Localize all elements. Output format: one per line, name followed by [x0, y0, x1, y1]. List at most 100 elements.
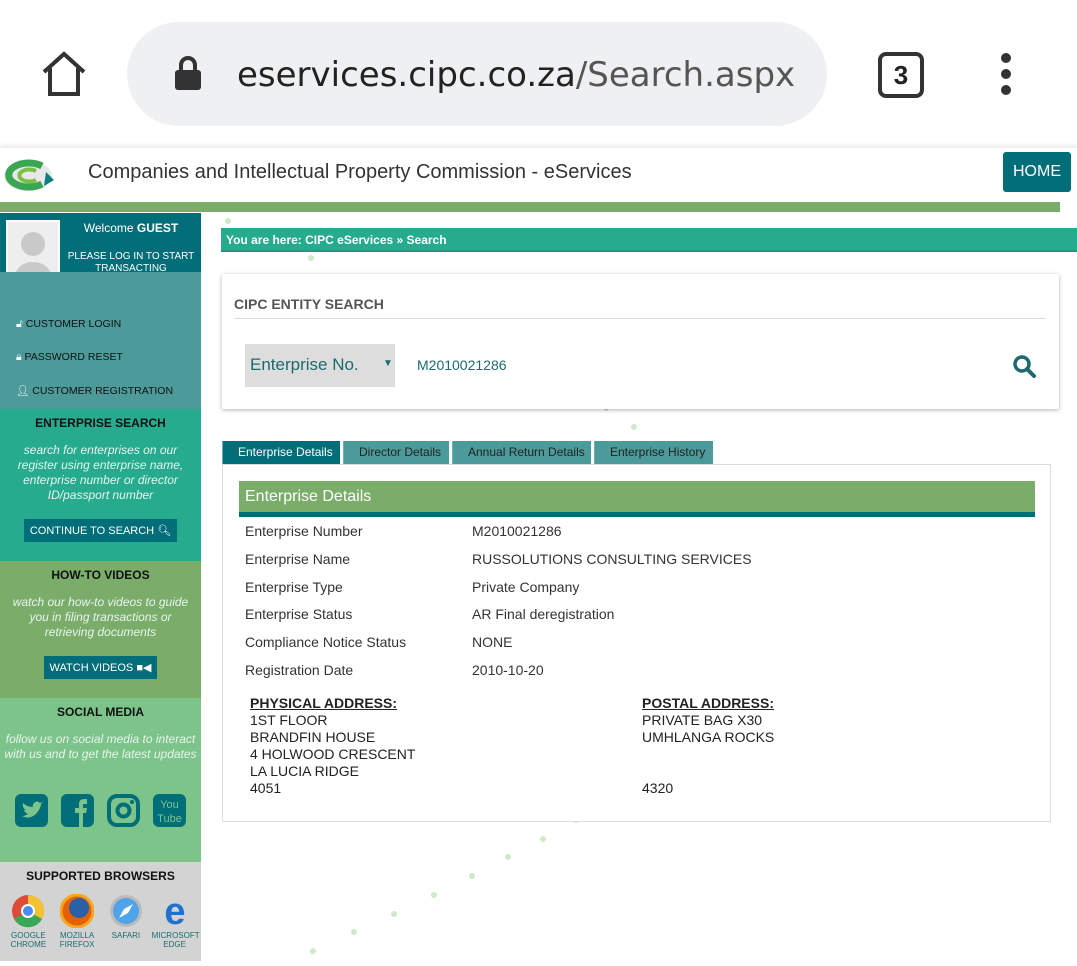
- decorative-dot: [631, 424, 637, 430]
- address-line: BRANDFIN HOUSE: [250, 729, 415, 746]
- user-icon: 👤︎: [16, 385, 29, 397]
- chrome-icon: [11, 894, 45, 928]
- browser-toolbar: eservices.cipc.co.za/Search.aspx 3: [0, 0, 1077, 148]
- address-title: POSTAL ADDRESS:: [642, 695, 774, 711]
- detail-value: RUSSOLUTIONS CONSULTING SERVICES: [472, 551, 752, 567]
- tab-switcher-button[interactable]: 3: [878, 52, 924, 98]
- guest-label: GUEST: [137, 221, 178, 235]
- address-title: PHYSICAL ADDRESS:: [250, 695, 397, 711]
- search-type-value: Enterprise No.: [250, 355, 359, 374]
- url-domain: eservices.cipc.co.za: [237, 55, 576, 95]
- home-icon[interactable]: [40, 50, 88, 98]
- site-title: Companies and Intellectual Property Comm…: [88, 161, 632, 184]
- svg-text:e: e: [164, 894, 185, 928]
- search-input[interactable]: M2010021286: [417, 357, 507, 373]
- firefox-icon: [60, 894, 94, 928]
- detail-label: Compliance Notice Status: [245, 634, 406, 650]
- instagram-icon[interactable]: [107, 794, 140, 827]
- tab-annual-return-details[interactable]: Annual Return Details: [452, 441, 591, 464]
- tab-director-details[interactable]: Director Details: [343, 441, 449, 464]
- detail-value: AR Final deregistration: [472, 606, 614, 622]
- supported-browsers-section: SUPPORTED BROWSERS GOOGLE CHROME MOZILLA…: [0, 862, 201, 961]
- browser-label: MICROSOFT EDGE: [152, 931, 198, 949]
- divider: [234, 318, 1046, 319]
- more-menu-icon[interactable]: [996, 52, 1016, 98]
- address-line: UMHLANGA ROCKS: [642, 729, 774, 746]
- video-camera-icon: ■◀: [136, 662, 151, 674]
- button-label: WATCH VIDEOS: [50, 662, 134, 674]
- search-type-select[interactable]: Enterprise No.▼: [245, 344, 395, 387]
- address-line: 4051: [250, 780, 415, 797]
- detail-label: Enterprise Status: [245, 606, 352, 622]
- twitter-icon[interactable]: [15, 794, 48, 827]
- decorative-dot: [310, 948, 316, 954]
- link-label: CUSTOMER LOGIN: [26, 318, 121, 330]
- home-button[interactable]: HOME: [1003, 152, 1071, 192]
- section-text: watch our how-to videos to guide you in …: [4, 595, 197, 640]
- sidebar: Welcome GUEST PLEASE LOG IN TO START TRA…: [0, 213, 201, 961]
- detail-label: Registration Date: [245, 662, 353, 678]
- lock-icon: [173, 56, 203, 92]
- decorative-dot: [391, 911, 397, 917]
- button-label: CONTINUE TO SEARCH: [30, 525, 154, 537]
- link-label: PASSWORD RESET: [25, 351, 123, 363]
- safari-icon: [109, 894, 143, 928]
- tab-enterprise-details[interactable]: Enterprise Details: [222, 441, 340, 464]
- detail-label: Enterprise Name: [245, 551, 350, 567]
- browser-edge: e MICROSOFT EDGE: [152, 894, 198, 949]
- physical-address: PHYSICAL ADDRESS: 1ST FLOOR BRANDFIN HOU…: [250, 695, 415, 797]
- enterprise-search-section: ENTERPRISE SEARCH search for enterprises…: [0, 409, 201, 561]
- continue-to-search-button[interactable]: CONTINUE TO SEARCH 🔍︎: [24, 519, 177, 542]
- section-text: follow us on social media to interact wi…: [4, 732, 197, 762]
- link-label: CUSTOMER REGISTRATION: [32, 385, 173, 397]
- search-icon[interactable]: [1012, 354, 1036, 378]
- address-line: 4320: [642, 780, 774, 797]
- browser-label: SAFARI: [103, 931, 149, 940]
- social-media-section: SOCIAL MEDIA follow us on social media t…: [0, 698, 201, 862]
- edge-icon: e: [158, 894, 192, 928]
- howto-videos-section: HOW-TO VIDEOS watch our how-to videos to…: [0, 561, 201, 698]
- detail-label: Enterprise Number: [245, 523, 363, 539]
- browser-chrome: GOOGLE CHROME: [5, 894, 51, 949]
- detail-value: Private Company: [472, 579, 579, 595]
- lock-icon: 🔒︎: [16, 351, 22, 363]
- unlock-icon: 🔓︎: [16, 318, 23, 330]
- address-line: 4 HOLWOOD CRESCENT: [250, 746, 415, 763]
- welcome-section: Welcome GUEST PLEASE LOG IN TO START TRA…: [0, 213, 201, 272]
- url-text: eservices.cipc.co.za/Search.aspx: [237, 55, 795, 95]
- browser-firefox: MOZILLA FIREFOX: [54, 894, 100, 949]
- search-title: CIPC ENTITY SEARCH: [234, 296, 384, 312]
- decorative-dot: [225, 218, 231, 224]
- decorative-dot: [505, 854, 511, 860]
- browser-label: GOOGLE CHROME: [5, 931, 51, 949]
- watch-videos-button[interactable]: WATCH VIDEOS ■◀: [44, 656, 158, 679]
- postal-address: POSTAL ADDRESS: PRIVATE BAG X30 UMHLANGA…: [642, 695, 774, 797]
- svg-text:Tube: Tube: [157, 813, 182, 825]
- section-title: ENTERPRISE SEARCH: [0, 416, 201, 430]
- welcome-label: Welcome: [84, 221, 134, 235]
- section-text: search for enterprises on our register u…: [4, 443, 197, 503]
- account-links: 🔓︎ CUSTOMER LOGIN 🔒︎ PASSWORD RESET 👤︎ C…: [0, 272, 201, 409]
- header-divider: [0, 202, 1060, 212]
- url-path: /Search.aspx: [576, 55, 795, 95]
- detail-value: M2010021286: [472, 523, 562, 539]
- decorative-dot: [431, 892, 437, 898]
- cipc-logo: [2, 154, 58, 194]
- decorative-dot: [540, 836, 546, 842]
- customer-login-link[interactable]: 🔓︎ CUSTOMER LOGIN: [16, 318, 121, 331]
- youtube-icon[interactable]: You Tube: [153, 794, 186, 827]
- password-reset-link[interactable]: 🔒︎ PASSWORD RESET: [16, 351, 123, 364]
- section-title: SUPPORTED BROWSERS: [0, 869, 201, 883]
- enterprise-details-panel: Enterprise Details Enterprise NumberM201…: [222, 464, 1051, 822]
- breadcrumb: You are here: CIPC eServices » Search: [221, 228, 1077, 252]
- section-title: SOCIAL MEDIA: [0, 705, 201, 719]
- customer-registration-link[interactable]: 👤︎ CUSTOMER REGISTRATION: [16, 384, 173, 397]
- address-line: LA LUCIA RIDGE: [250, 763, 415, 780]
- address-bar[interactable]: eservices.cipc.co.za/Search.aspx: [127, 22, 827, 126]
- facebook-icon[interactable]: [61, 794, 94, 827]
- address-line: PRIVATE BAG X30: [642, 712, 774, 729]
- browser-label: MOZILLA FIREFOX: [54, 931, 100, 949]
- address-line: 1ST FLOOR: [250, 712, 415, 729]
- tab-enterprise-history[interactable]: Enterprise History: [594, 441, 713, 464]
- svg-text:You: You: [160, 799, 179, 811]
